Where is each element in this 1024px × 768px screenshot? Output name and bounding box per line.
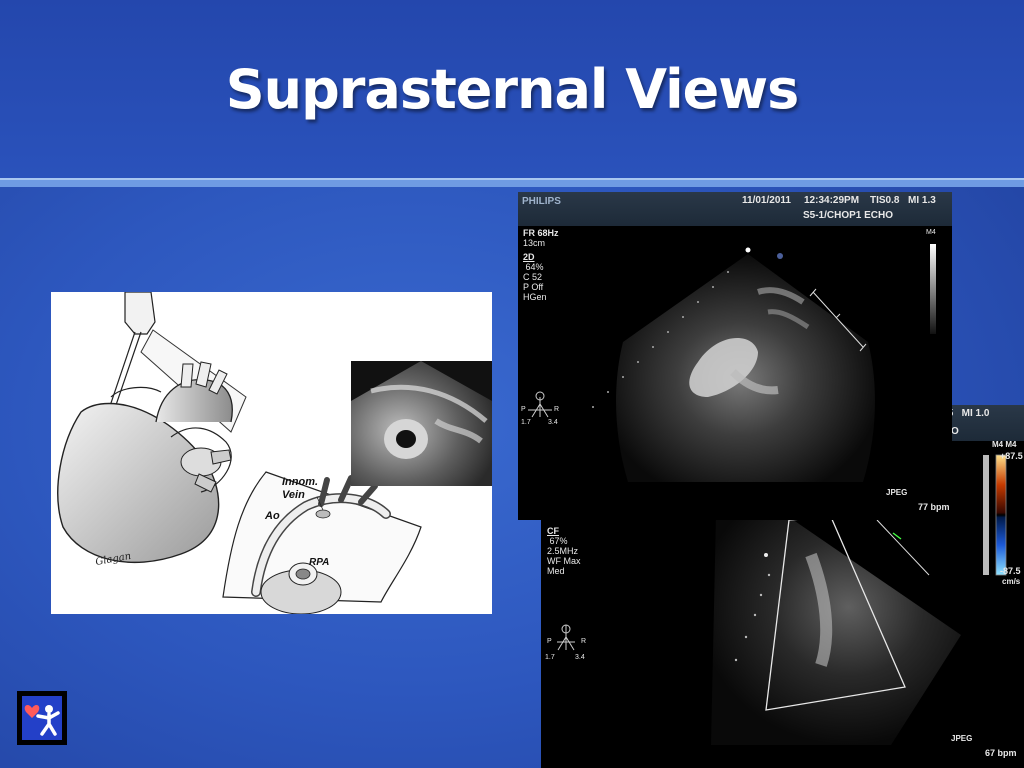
echo-2d-format: JPEG: [886, 488, 908, 497]
echo-2d-compress: C 52: [523, 272, 543, 282]
echo-colorflow-scale-top: +87.5: [1000, 451, 1023, 461]
echo-colorflow-orient-p: P: [547, 638, 552, 645]
echo-colorflow-scale-label: M4 M4: [992, 440, 1017, 449]
logo-emblem: [22, 696, 62, 740]
echo-colorflow-mode: CF: [547, 526, 559, 536]
echo-2d-orient-left: 1.7: [521, 419, 531, 426]
echo-2d-image: [528, 244, 936, 482]
echo-colorflow-gain: 67%: [547, 536, 568, 546]
echo-2d-depth: 13cm: [523, 238, 546, 248]
label-innom-vein-2: Vein: [282, 489, 305, 501]
heart-figure-icon: [24, 705, 60, 736]
hospital-logo: [17, 691, 67, 745]
echo-2d-heart-rate: 77 bpm: [918, 502, 950, 512]
echo-2d-orient-right: 3.4: [548, 419, 558, 426]
echo-colorflow-orient-r: R: [581, 638, 587, 645]
label-ao: Ao: [264, 510, 280, 522]
echo-2d-panel: PHILIPS 11/01/2011 12:34:29PM TIS0.8 MI …: [518, 192, 952, 520]
echo-2d-frame-rate: FR 68Hz: [523, 228, 559, 238]
echo-2d-gain: 64%: [523, 262, 544, 272]
echo-2d-mode: 2D: [523, 252, 535, 262]
label-innom-vein-1: Innom.: [282, 476, 318, 488]
echo-colorflow-level: Med: [547, 566, 565, 576]
echo-colorflow-format: JPEG: [951, 734, 973, 743]
echo-colorflow-freq: 2.5MHz: [547, 546, 579, 556]
echo-2d-orient-r: R: [554, 406, 560, 413]
echo-2d-orient-p: P: [521, 406, 526, 413]
echo-colorflow-scale-unit: cm/s: [1002, 577, 1021, 586]
echo-colorflow-orient-left: 1.7: [545, 654, 555, 661]
echo-2d-persist: P Off: [523, 282, 544, 292]
label-rpa: RPA: [309, 557, 329, 568]
echo-colorflow-heart-rate: 67 bpm: [985, 748, 1017, 758]
title-divider-thick: [0, 180, 1024, 187]
echo-colorflow-orient-right: 3.4: [575, 654, 585, 661]
echo-colorflow-filter: WF Max: [547, 556, 581, 566]
echo-2d-freq: HGen: [523, 292, 547, 302]
inset-echo-image: [351, 361, 492, 486]
echo-2d-scale-label: M4: [926, 229, 936, 236]
slide-title: Suprasternal Views: [225, 58, 799, 121]
echo-colorflow-scale-bottom: -87.5: [1000, 566, 1021, 576]
